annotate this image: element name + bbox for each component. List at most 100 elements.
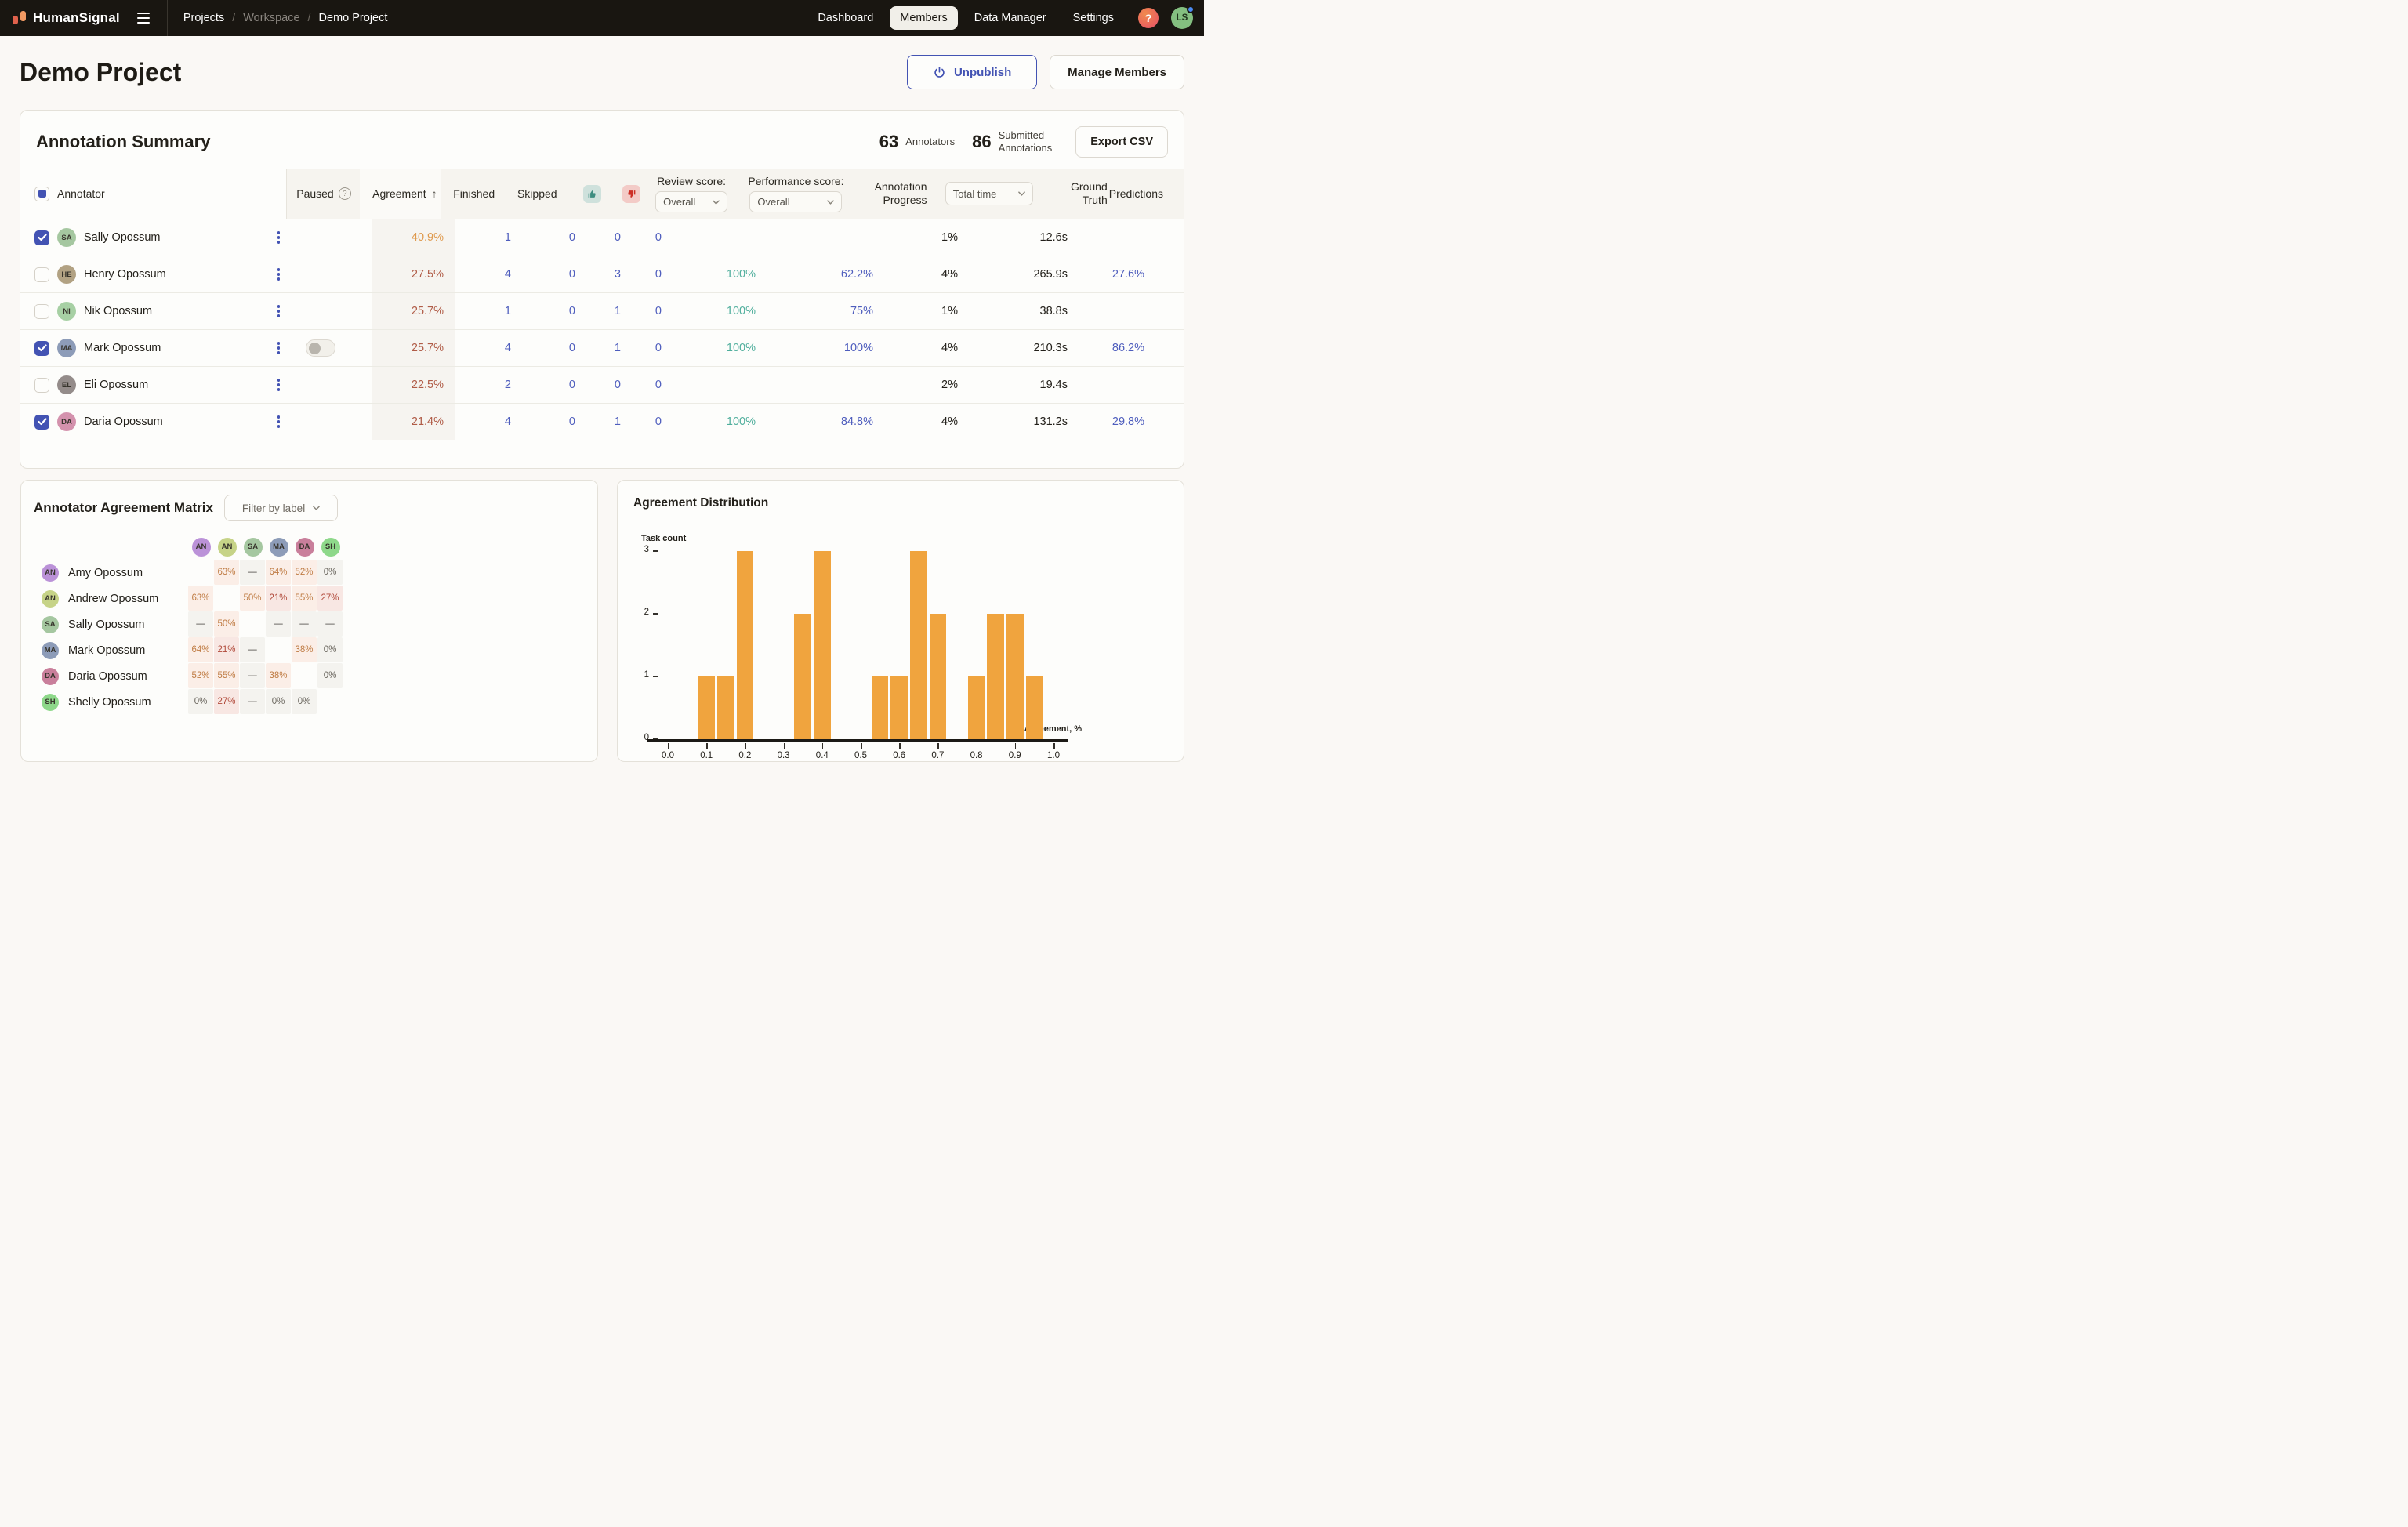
cell-value[interactable]: 25.7%	[412, 342, 444, 354]
paused-toggle[interactable]	[306, 339, 335, 357]
histogram-bar	[968, 676, 985, 739]
table-row: NINik Opossum25.7%1010100%75%1%38.8s	[20, 292, 1184, 329]
nav-link-members[interactable]: Members	[890, 6, 957, 30]
row-checkbox[interactable]	[34, 230, 49, 245]
cell-value[interactable]: 29.8%	[1112, 415, 1144, 428]
matrix-cell: —	[240, 637, 265, 662]
cell-value[interactable]: 4	[505, 268, 511, 281]
avatar: SH	[42, 694, 59, 711]
matrix-cell: 0%	[317, 663, 343, 688]
row-menu-kebab-icon[interactable]	[274, 302, 284, 321]
cell-value[interactable]: 100%	[727, 342, 756, 354]
cell-value: 38.8s	[1040, 305, 1068, 317]
review-score-select[interactable]: Overall	[655, 191, 727, 212]
cell-value[interactable]: 40.9%	[412, 231, 444, 244]
nav-link-settings[interactable]: Settings	[1063, 6, 1124, 30]
cell-value[interactable]: 100%	[844, 342, 873, 354]
cell-value[interactable]: 0	[655, 268, 662, 281]
hamburger-menu-icon[interactable]	[137, 13, 150, 24]
cell-value[interactable]: 0	[569, 379, 575, 391]
annotator-name: Eli Opossum	[84, 379, 148, 391]
filter-by-label-select[interactable]: Filter by label	[224, 495, 338, 521]
col-annotator: Annotator	[57, 187, 105, 200]
cell-value[interactable]: 1	[615, 305, 621, 317]
row-menu-kebab-icon[interactable]	[274, 228, 284, 247]
annotators-count: 63	[879, 132, 898, 152]
total-time-select[interactable]: Total time	[945, 182, 1033, 205]
row-checkbox[interactable]	[34, 378, 49, 393]
unpublish-button[interactable]: Unpublish	[907, 55, 1037, 89]
presence-dot	[1187, 5, 1195, 13]
matrix-cell: —	[240, 560, 265, 585]
cell-value[interactable]: 21.4%	[412, 415, 444, 428]
col-thumbs-down[interactable]	[604, 169, 645, 219]
cell-value[interactable]: 75%	[850, 305, 873, 317]
cell-value[interactable]: 0	[655, 231, 662, 244]
cell-value[interactable]: 1	[505, 231, 511, 244]
cell-value[interactable]: 0	[655, 305, 662, 317]
cell-value[interactable]: 86.2%	[1112, 342, 1144, 354]
row-menu-kebab-icon[interactable]	[274, 412, 284, 431]
cell-value[interactable]: 22.5%	[412, 379, 444, 391]
row-menu-kebab-icon[interactable]	[274, 375, 284, 394]
cell-value[interactable]: 0	[655, 415, 662, 428]
breadcrumb-item-projects[interactable]: Projects	[183, 12, 224, 24]
row-checkbox[interactable]	[34, 341, 49, 356]
chevron-down-icon	[827, 200, 834, 205]
cell-value[interactable]: 0	[655, 342, 662, 354]
col-thumbs-up[interactable]	[567, 169, 604, 219]
breadcrumb-item-workspace[interactable]: Workspace	[243, 12, 299, 24]
cell-value[interactable]: 100%	[727, 415, 756, 428]
histogram-bar	[872, 676, 889, 739]
cell-value[interactable]: 0	[569, 305, 575, 317]
row-checkbox[interactable]	[34, 267, 49, 282]
cell-value[interactable]: 0	[569, 342, 575, 354]
col-skipped[interactable]: Skipped	[502, 169, 566, 219]
row-checkbox[interactable]	[34, 415, 49, 430]
nav-link-dashboard[interactable]: Dashboard	[807, 6, 883, 30]
col-agreement[interactable]: Agreement ↑	[360, 169, 440, 219]
export-csv-button[interactable]: Export CSV	[1075, 126, 1168, 158]
cell-value[interactable]: 1	[615, 415, 621, 428]
annotation-summary-panel: Annotation Summary 63 Annotators 86 Subm…	[20, 110, 1184, 469]
breadcrumb-item-demo-project[interactable]: Demo Project	[319, 12, 388, 24]
cell-value[interactable]: 0	[615, 379, 621, 391]
cell-value[interactable]: 1	[615, 342, 621, 354]
cell-value[interactable]: 27.6%	[1112, 268, 1144, 281]
manage-members-button[interactable]: Manage Members	[1050, 55, 1184, 89]
cell-value[interactable]: 100%	[727, 305, 756, 317]
row-menu-kebab-icon[interactable]	[274, 265, 284, 284]
avatar: MA	[270, 538, 288, 557]
cell-value[interactable]: 0	[569, 415, 575, 428]
toggle-knob	[309, 343, 321, 354]
cell-value[interactable]: 2	[505, 379, 511, 391]
matrix-cell	[266, 637, 291, 662]
cell-value[interactable]: 4	[505, 415, 511, 428]
row-checkbox[interactable]	[34, 304, 49, 319]
cell-value[interactable]: 62.2%	[841, 268, 873, 281]
help-icon[interactable]: ?	[1138, 8, 1159, 28]
avatar: AN	[42, 590, 59, 608]
chart-x-tick-mark	[822, 743, 824, 749]
cell-value[interactable]: 0	[655, 379, 662, 391]
paused-help-icon[interactable]: ?	[339, 187, 351, 200]
cell-value[interactable]: 0	[615, 231, 621, 244]
cell-value[interactable]: 27.5%	[412, 268, 444, 281]
performance-score-select[interactable]: Overall	[749, 191, 842, 212]
col-finished[interactable]: Finished	[441, 169, 502, 219]
nav-link-data-manager[interactable]: Data Manager	[964, 6, 1057, 30]
cell-value[interactable]: 0	[569, 268, 575, 281]
cell-value[interactable]: 84.8%	[841, 415, 873, 428]
cell-value[interactable]: 25.7%	[412, 305, 444, 317]
matrix-annotator-name: Andrew Opossum	[68, 593, 158, 605]
cell-value[interactable]: 100%	[727, 268, 756, 281]
cell-value[interactable]: 3	[615, 268, 621, 281]
cell-value[interactable]: 1	[505, 305, 511, 317]
row-menu-kebab-icon[interactable]	[274, 339, 284, 357]
user-avatar[interactable]: LS	[1171, 7, 1193, 29]
chart-y-tick-label: 1	[622, 670, 649, 680]
cell-value: 265.9s	[1033, 268, 1068, 281]
cell-value[interactable]: 0	[569, 231, 575, 244]
select-all-checkbox[interactable]	[34, 187, 49, 201]
cell-value[interactable]: 4	[505, 342, 511, 354]
